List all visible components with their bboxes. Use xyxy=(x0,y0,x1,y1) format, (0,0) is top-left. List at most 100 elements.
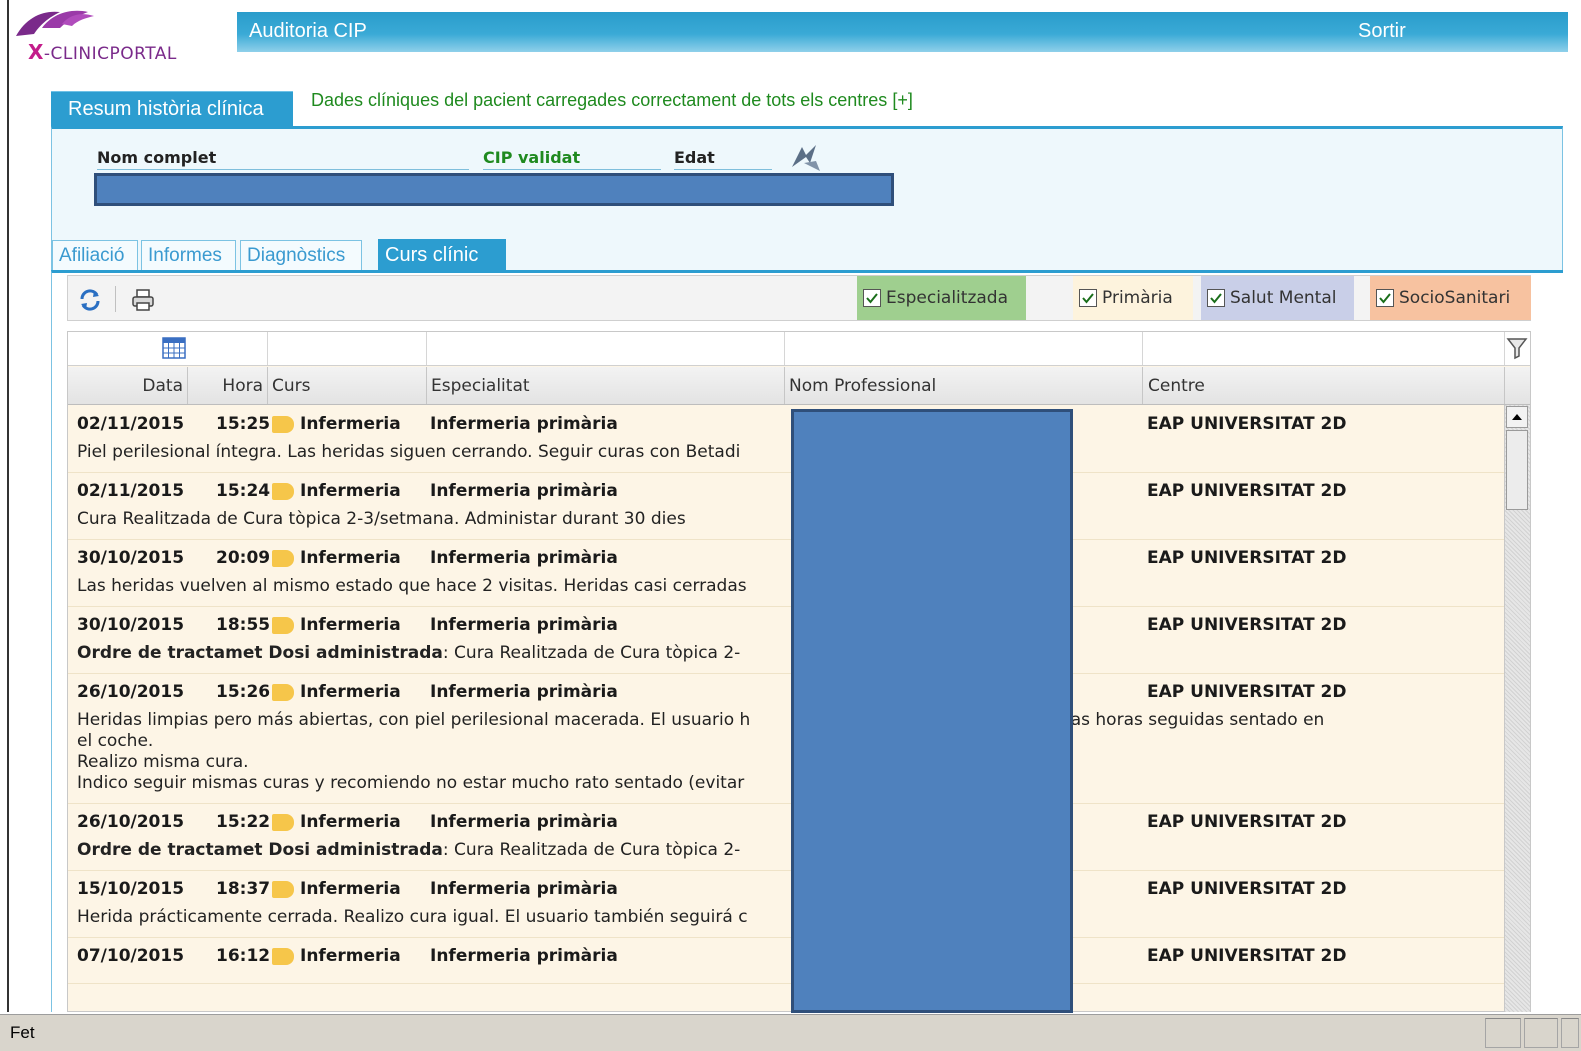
row-note-text: Las heridas vuelven al mismo estado que … xyxy=(77,576,747,596)
load-status-more-link[interactable]: [+] xyxy=(892,90,913,110)
filter-mental-health[interactable]: Salut Mental xyxy=(1201,276,1354,320)
grid-vertical-scrollbar[interactable] xyxy=(1504,405,1530,1012)
grid-header-row: Data Hora Curs Especialitat Nom Professi… xyxy=(68,367,1530,405)
row-note-text: Cura Realitzada de Cura tòpica 2-3/setma… xyxy=(77,509,686,529)
filter-mental-health-label: Salut Mental xyxy=(1230,288,1337,308)
sync-icon[interactable] xyxy=(786,141,824,175)
table-row[interactable]: 15/10/2015 18:37 Infermeria Infermeria prim… xyxy=(68,871,1504,938)
refresh-icon[interactable] xyxy=(77,287,103,313)
row-note: Heridas limpias pero más abiertas, con p… xyxy=(68,710,1488,803)
note-tag-icon xyxy=(272,617,294,634)
row-specialty: Infermeria primària xyxy=(430,615,618,635)
row-note-text: Herida prácticamente cerrada. Realizo cu… xyxy=(77,907,748,927)
table-row[interactable]: 07/10/2015 16:12 Infermeria Infermeria prim… xyxy=(68,938,1504,984)
row-note-prefix: Ordre de tractamet Dosi administrada xyxy=(77,840,443,860)
note-tag-icon xyxy=(272,483,294,500)
column-header-time[interactable]: Hora xyxy=(188,367,268,404)
row-centre: EAP UNIVERSITAT 2D xyxy=(1147,414,1347,434)
column-header-date[interactable]: Data xyxy=(68,367,188,404)
column-header-professional[interactable]: Nom Professional xyxy=(785,367,1143,404)
filter-cell-course[interactable] xyxy=(268,332,427,365)
filter-cell-centre[interactable] xyxy=(1143,332,1505,365)
row-centre: EAP UNIVERSITAT 2D xyxy=(1147,548,1347,568)
row-time: 15:25 xyxy=(216,414,271,434)
column-header-course[interactable]: Curs xyxy=(268,367,427,404)
arrow-up-icon xyxy=(1512,414,1522,420)
table-row[interactable]: 26/10/2015 15:22 Infermeria Infermeria prim… xyxy=(68,804,1504,871)
table-row[interactable]: 02/11/2015 15:24 Infermeria Infermeria prim… xyxy=(68,473,1504,540)
filter-cell-professional[interactable] xyxy=(785,332,1143,365)
table-row[interactable]: 30/10/2015 18:55 Infermeria Infermeria prim… xyxy=(68,607,1504,674)
app-title: Auditoria CIP xyxy=(249,20,367,42)
row-date: 26/10/2015 xyxy=(77,812,185,832)
filter-cell-specialty[interactable] xyxy=(427,332,785,365)
note-tag-icon xyxy=(272,550,294,567)
row-specialty: Infermeria primària xyxy=(430,481,618,501)
patient-name-label: Nom complet xyxy=(97,148,469,170)
logo-text-rest: -CLINICPORTAL xyxy=(43,44,177,64)
filter-specialized[interactable]: Especialitzada xyxy=(857,276,1026,320)
checkmark-icon xyxy=(866,293,878,304)
row-note: Herida prácticamente cerrada. Realizo cu… xyxy=(68,907,1488,937)
row-note xyxy=(68,974,1488,983)
row-date: 07/10/2015 xyxy=(77,946,185,966)
logo-text: X-CLINICPORTAL xyxy=(28,40,177,64)
row-time: 15:22 xyxy=(216,812,271,832)
row-note: Piel perilesional íntegra. Las heridas s… xyxy=(68,442,1488,472)
patient-data-redacted xyxy=(94,173,894,206)
checkbox-primary[interactable] xyxy=(1079,289,1097,307)
checkbox-mental-health[interactable] xyxy=(1207,289,1225,307)
exit-link[interactable]: Sortir xyxy=(1358,20,1406,43)
row-specialty: Infermeria primària xyxy=(430,414,618,434)
table-row[interactable]: 26/10/2015 15:26 Infermeria Infermeria prim… xyxy=(68,674,1504,804)
checkmark-icon xyxy=(1210,293,1222,304)
column-header-specialty[interactable]: Especialitat xyxy=(427,367,785,404)
toolbar-separator xyxy=(115,286,116,312)
scroll-up-button[interactable] xyxy=(1506,406,1528,428)
row-course: Infermeria xyxy=(300,548,401,568)
header-bar: Auditoria CIP Sortir xyxy=(237,12,1568,52)
row-time: 16:12 xyxy=(216,946,271,966)
row-note-prefix: Ordre de tractamet Dosi administrada xyxy=(77,643,443,663)
note-tag-icon xyxy=(272,881,294,898)
load-status-message: Dades clíniques del pacient carregades c… xyxy=(311,90,913,111)
patient-age-label: Edat xyxy=(674,148,772,170)
printer-icon[interactable] xyxy=(130,287,156,313)
tab-clinical-summary[interactable]: Resum història clínica xyxy=(51,91,293,127)
checkmark-icon xyxy=(1379,293,1391,304)
scroll-thumb[interactable] xyxy=(1506,430,1528,510)
tab-affiliation[interactable]: Afiliació xyxy=(52,240,138,272)
toolbar: Especialitzada Primària Salut Mental Soc… xyxy=(67,275,1531,321)
column-header-centre[interactable]: Centre xyxy=(1143,367,1505,404)
tab-clinical-course[interactable]: Curs clínic xyxy=(378,239,506,273)
tab-reports[interactable]: Informes xyxy=(141,240,236,272)
table-row[interactable]: 30/10/2015 20:09 Infermeria Infermeria prim… xyxy=(68,540,1504,607)
row-time: 18:55 xyxy=(216,615,271,635)
filter-cell-date[interactable] xyxy=(68,332,268,365)
status-text: Fet xyxy=(10,1023,35,1042)
patient-cip-label: CIP validat xyxy=(483,148,661,170)
row-header: 26/10/2015 15:26 Infermeria Infermeria prim… xyxy=(68,674,1504,710)
checkbox-socio-sanitary[interactable] xyxy=(1376,289,1394,307)
filter-socio-sanitary[interactable]: SocioSanitari xyxy=(1370,276,1531,320)
filter-primary[interactable]: Primària xyxy=(1073,276,1193,320)
row-course: Infermeria xyxy=(300,812,401,832)
filter-socio-sanitary-label: SocioSanitari xyxy=(1399,288,1511,308)
professional-names-redacted xyxy=(791,409,1073,1013)
row-header: 30/10/2015 20:09 Infermeria Infermeria prim… xyxy=(68,540,1504,576)
checkbox-specialized[interactable] xyxy=(863,289,881,307)
row-date: 30/10/2015 xyxy=(77,548,185,568)
row-header: 26/10/2015 15:22 Infermeria Infermeria prim… xyxy=(68,804,1504,840)
calendar-icon[interactable] xyxy=(162,337,186,359)
row-note: Las heridas vuelven al mismo estado que … xyxy=(68,576,1488,606)
row-date: 26/10/2015 xyxy=(77,682,185,702)
row-date: 30/10/2015 xyxy=(77,615,185,635)
funnel-filter-icon[interactable] xyxy=(1506,336,1528,360)
row-note: Cura Realitzada de Cura tòpica 2-3/setma… xyxy=(68,509,1488,539)
row-course: Infermeria xyxy=(300,615,401,635)
row-date: 02/11/2015 xyxy=(77,481,185,501)
tab-diagnostics[interactable]: Diagnòstics xyxy=(240,240,362,272)
row-specialty: Infermeria primària xyxy=(430,946,618,966)
table-row[interactable]: 02/11/2015 15:25 Infermeria Infermeria prim… xyxy=(68,406,1504,473)
row-header: 02/11/2015 15:25 Infermeria Infermeria prim… xyxy=(68,406,1504,442)
